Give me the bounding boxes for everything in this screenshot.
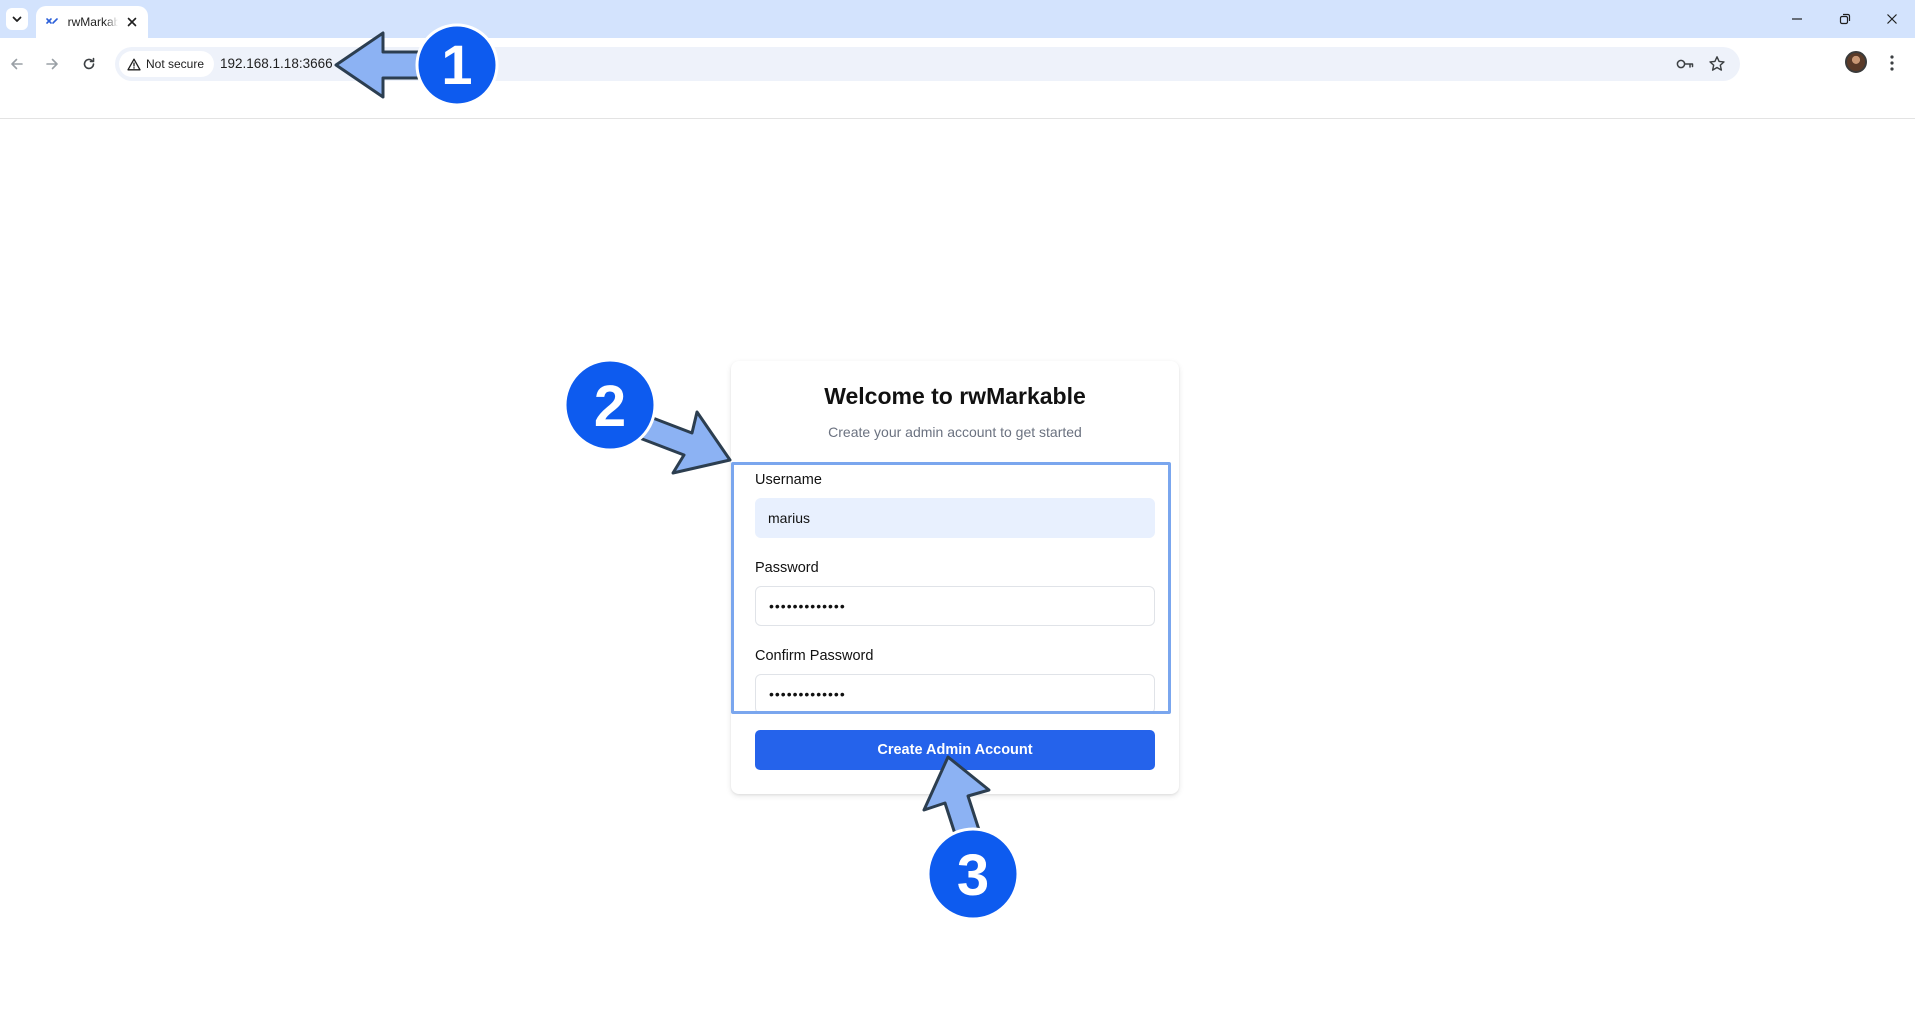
step-3-badge: 3 xyxy=(926,827,1020,921)
close-icon xyxy=(1887,14,1897,24)
arrow-right-icon xyxy=(46,58,58,70)
username-input[interactable] xyxy=(755,498,1155,538)
security-label: Not secure xyxy=(146,57,205,71)
password-label: Password xyxy=(755,560,819,576)
username-label: Username xyxy=(755,472,822,488)
warning-triangle-icon xyxy=(127,58,141,70)
restore-window-button[interactable] xyxy=(1822,0,1868,38)
rwmarkable-favicon-icon xyxy=(44,14,60,30)
minimize-window-button[interactable] xyxy=(1774,0,1820,38)
bookmark-star-icon[interactable] xyxy=(1707,54,1727,74)
tab-close-icon[interactable] xyxy=(124,14,140,30)
step-2-badge: 2 xyxy=(563,358,657,452)
confirm-password-input[interactable]: ••••••••••••• xyxy=(755,674,1155,714)
forward-button[interactable] xyxy=(36,48,68,80)
arrow-2 xyxy=(635,410,732,475)
security-chip[interactable]: Not secure xyxy=(119,51,215,77)
password-input[interactable]: ••••••••••••• xyxy=(755,586,1155,626)
back-button[interactable] xyxy=(1,48,33,80)
more-vertical-icon xyxy=(1890,55,1894,71)
browser-toolbar: Not secure 192.168.1.18:3666 xyxy=(0,38,1915,119)
page-subtitle: Create your admin account to get started xyxy=(828,424,1082,440)
confirm-password-label: Confirm Password xyxy=(755,648,874,664)
step-2-number: 2 xyxy=(594,374,626,439)
password-value: ••••••••••••• xyxy=(769,598,846,614)
admin-setup-card: Welcome to rwMarkable Create your admin … xyxy=(731,361,1179,794)
browser-menu-button[interactable] xyxy=(1880,50,1904,76)
step-3-number: 3 xyxy=(957,843,989,908)
tab-strip: rwMarkable xyxy=(0,0,1915,38)
profile-avatar[interactable] xyxy=(1845,51,1867,73)
tab-search-button[interactable] xyxy=(6,8,28,30)
page-title: Welcome to rwMarkable xyxy=(824,383,1086,409)
address-bar[interactable]: Not secure 192.168.1.18:3666 xyxy=(115,47,1740,81)
url-text[interactable]: 192.168.1.18:3666 xyxy=(220,56,333,71)
close-window-button[interactable] xyxy=(1869,0,1915,38)
reload-icon xyxy=(83,57,95,70)
chevron-down-icon xyxy=(12,16,22,22)
password-key-icon[interactable] xyxy=(1675,54,1695,74)
reload-button[interactable] xyxy=(73,48,105,80)
tab-title: rwMarkable xyxy=(67,15,119,29)
restore-icon xyxy=(1839,13,1851,25)
browser-tab-active[interactable]: rwMarkable xyxy=(36,6,148,38)
minimize-icon xyxy=(1792,18,1802,20)
create-admin-account-button[interactable]: Create Admin Account xyxy=(755,730,1155,770)
arrow-left-icon xyxy=(11,58,23,70)
confirm-password-value: ••••••••••••• xyxy=(769,686,846,702)
